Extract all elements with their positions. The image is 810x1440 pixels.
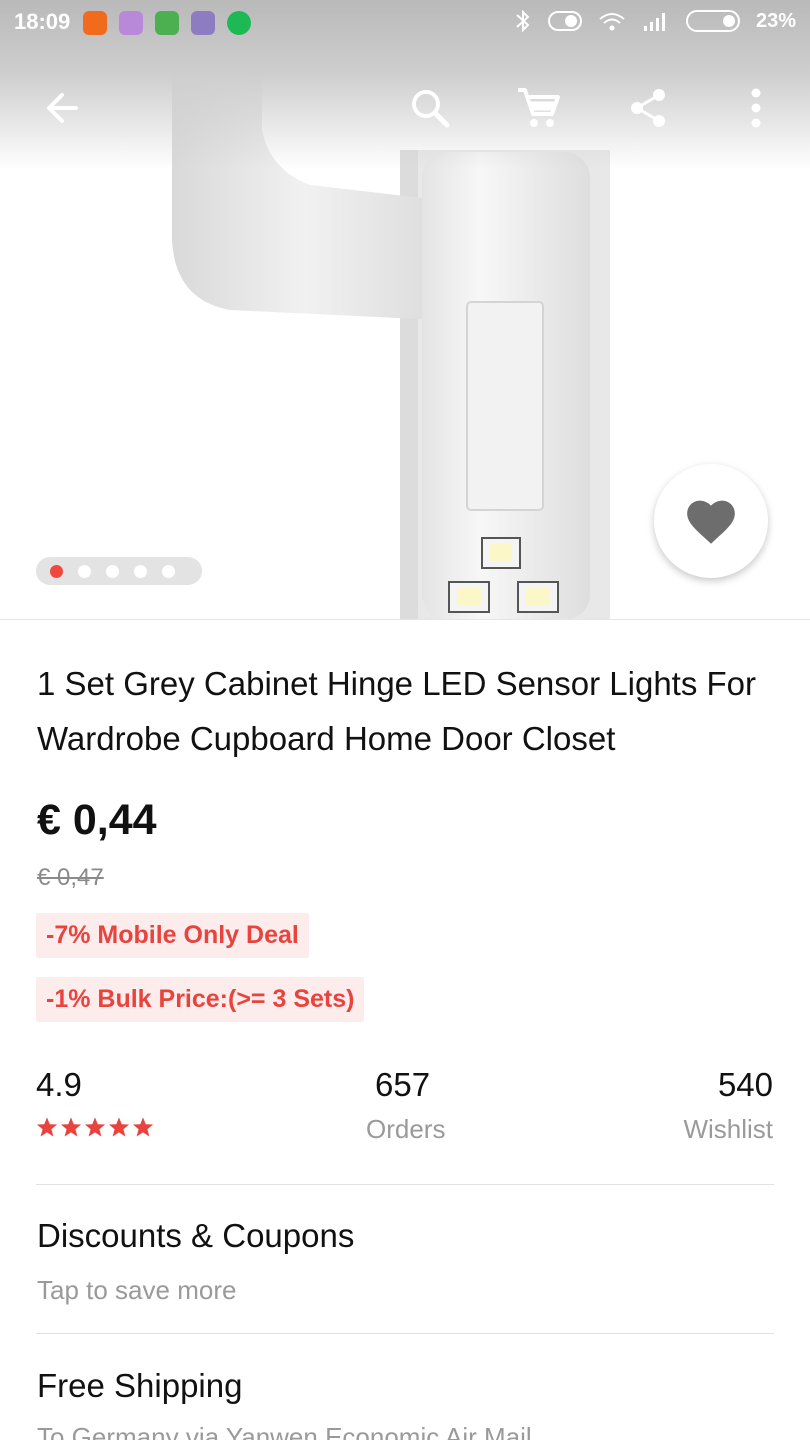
signal-icon xyxy=(643,13,665,31)
status-time: 18:09 xyxy=(14,9,71,34)
mobile-deal-badge: -7% Mobile Only Deal xyxy=(36,913,309,958)
star-icon xyxy=(60,1117,82,1137)
gallery-dot[interactable] xyxy=(78,564,91,578)
vertical-dots-icon xyxy=(751,88,761,128)
more-options-button[interactable] xyxy=(728,80,784,136)
back-button[interactable] xyxy=(34,80,90,136)
search-icon xyxy=(412,90,450,128)
top-toolbar xyxy=(0,70,810,146)
bluetooth-icon xyxy=(516,9,530,33)
gallery-dot[interactable] xyxy=(134,564,147,578)
discounts-title: Discounts & Coupons xyxy=(37,1217,355,1254)
rating-value: 4.9 xyxy=(36,1066,82,1103)
orders-label: Orders xyxy=(366,1114,446,1144)
arrow-left-icon xyxy=(47,93,78,123)
share-button[interactable] xyxy=(620,80,676,136)
heart-icon xyxy=(687,500,735,544)
shopping-cart-icon xyxy=(518,88,560,127)
spotify-icon xyxy=(227,11,251,35)
wifi-icon xyxy=(599,13,625,31)
orders-count: 657 xyxy=(375,1066,431,1103)
search-button[interactable] xyxy=(402,80,458,136)
mi-app-icon xyxy=(83,11,107,35)
gallery-pagination[interactable] xyxy=(36,557,202,585)
add-to-wishlist-button[interactable] xyxy=(654,464,768,578)
star-icon xyxy=(84,1117,106,1137)
rotation-lock-icon xyxy=(547,11,582,31)
cat-app-icon xyxy=(155,11,179,35)
original-price: € 0,47 xyxy=(37,864,104,891)
battery-icon xyxy=(685,10,740,32)
cart-button[interactable] xyxy=(510,80,566,136)
section-divider xyxy=(36,1184,774,1185)
play-store-icon xyxy=(191,11,215,35)
discounts-subtitle: Tap to save more xyxy=(37,1275,237,1305)
bulk-price-badge[interactable]: -1% Bulk Price:(>= 3 Sets) xyxy=(36,977,365,1022)
gallery-dot[interactable] xyxy=(162,564,175,578)
shipping-subtitle: To Germany via Yanwen Economic Air Mail xyxy=(37,1422,532,1440)
product-title: 1 Set Grey Cabinet Hinge LED Sensor Ligh… xyxy=(37,665,757,757)
star-rating xyxy=(36,1116,154,1138)
share-icon xyxy=(631,89,665,127)
star-icon xyxy=(132,1117,154,1137)
status-bar: 18:09 23% xyxy=(0,0,810,46)
battery-percent: 23% xyxy=(755,9,796,32)
hero-divider xyxy=(0,619,810,620)
gmail-icon xyxy=(119,11,143,35)
wishlist-count: 540 xyxy=(717,1066,773,1103)
shipping-title: Free Shipping xyxy=(37,1367,243,1404)
gallery-dot[interactable] xyxy=(50,564,63,578)
section-divider xyxy=(36,1333,774,1334)
star-icon xyxy=(36,1117,58,1137)
wishlist-label: Wishlist xyxy=(683,1114,773,1144)
gallery-dot[interactable] xyxy=(106,564,119,578)
product-price: € 0,44 xyxy=(37,796,157,844)
star-icon xyxy=(108,1117,130,1137)
